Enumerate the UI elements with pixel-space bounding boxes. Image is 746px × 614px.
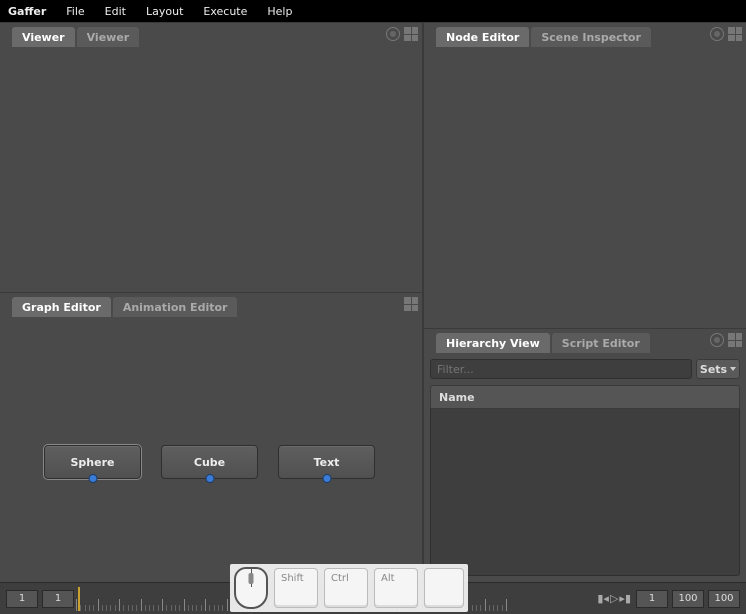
menu-bar: Gaffer File Edit Layout Execute Help (0, 0, 746, 22)
output-port-icon[interactable] (88, 474, 97, 483)
pin-icon[interactable] (710, 333, 724, 347)
node-label: Text (314, 456, 340, 469)
viewer-panel: Viewer Viewer (0, 22, 424, 292)
key-blank (424, 568, 464, 608)
graph-editor-panel: Graph Editor Animation Editor Sphere Cub… (0, 292, 424, 582)
hierarchy-name-header[interactable]: Name (430, 385, 740, 409)
layout-grid-icon[interactable] (728, 27, 742, 41)
tab-graph-editor[interactable]: Graph Editor (12, 297, 111, 317)
play-icon[interactable]: ▷ (610, 592, 618, 605)
node-text[interactable]: Text (278, 445, 375, 479)
end-frame-field[interactable]: 100 (672, 590, 704, 608)
node-sphere[interactable]: Sphere (44, 445, 141, 479)
node-label: Cube (194, 456, 225, 469)
hierarchy-tree[interactable] (430, 409, 740, 576)
menu-edit[interactable]: Edit (105, 5, 126, 18)
filter-input[interactable] (430, 359, 692, 379)
hierarchy-panel: Hierarchy View Script Editor Sets Name (424, 328, 746, 582)
menu-layout[interactable]: Layout (146, 5, 183, 18)
menu-help[interactable]: Help (267, 5, 292, 18)
app-name: Gaffer (8, 5, 46, 18)
hierarchy-tabbar: Hierarchy View Script Editor (424, 329, 746, 353)
sets-label: Sets (700, 363, 727, 376)
tab-hierarchy-view[interactable]: Hierarchy View (436, 333, 550, 353)
start-frame-field[interactable]: 1 (42, 590, 74, 608)
menu-file[interactable]: File (66, 5, 84, 18)
end-range-field[interactable]: 100 (708, 590, 740, 608)
screencast-overlay: Shift Ctrl Alt (230, 564, 468, 612)
tab-animation-editor[interactable]: Animation Editor (113, 297, 238, 317)
tab-viewer-inactive[interactable]: Viewer (77, 27, 140, 47)
pin-icon[interactable] (386, 27, 400, 41)
current-frame-field[interactable]: 1 (636, 590, 668, 608)
node-cube[interactable]: Cube (161, 445, 258, 479)
layout-grid-icon[interactable] (728, 333, 742, 347)
next-key-icon[interactable]: ▸▮ (619, 592, 631, 605)
playback-controls: ▮◂ ▷ ▸▮ (597, 592, 631, 605)
mouse-icon (234, 567, 268, 609)
tab-script-editor[interactable]: Script Editor (552, 333, 650, 353)
node-label: Sphere (71, 456, 115, 469)
start-range-field[interactable]: 1 (6, 590, 38, 608)
viewer-tabbar: Viewer Viewer (0, 23, 422, 47)
node-editor-lower-area (424, 292, 746, 328)
key-ctrl: Ctrl (324, 568, 368, 608)
graph-editor-body[interactable]: Sphere Cube Text (0, 317, 422, 582)
pin-icon[interactable] (710, 27, 724, 41)
graph-editor-tabbar: Graph Editor Animation Editor (0, 293, 422, 317)
sets-dropdown[interactable]: Sets (696, 359, 740, 379)
layout-grid-icon[interactable] (404, 27, 418, 41)
key-shift: Shift (274, 568, 318, 608)
output-port-icon[interactable] (205, 474, 214, 483)
chevron-down-icon (730, 367, 736, 371)
key-alt: Alt (374, 568, 418, 608)
layout-grid-icon[interactable] (404, 297, 418, 311)
tab-viewer-active[interactable]: Viewer (12, 27, 75, 47)
output-port-icon[interactable] (322, 474, 331, 483)
tab-scene-inspector[interactable]: Scene Inspector (531, 27, 651, 47)
tab-node-editor[interactable]: Node Editor (436, 27, 529, 47)
node-editor-tabbar: Node Editor Scene Inspector (424, 23, 746, 47)
menu-execute[interactable]: Execute (203, 5, 247, 18)
node-editor-panel: Node Editor Scene Inspector (424, 22, 746, 292)
prev-key-icon[interactable]: ▮◂ (597, 592, 609, 605)
